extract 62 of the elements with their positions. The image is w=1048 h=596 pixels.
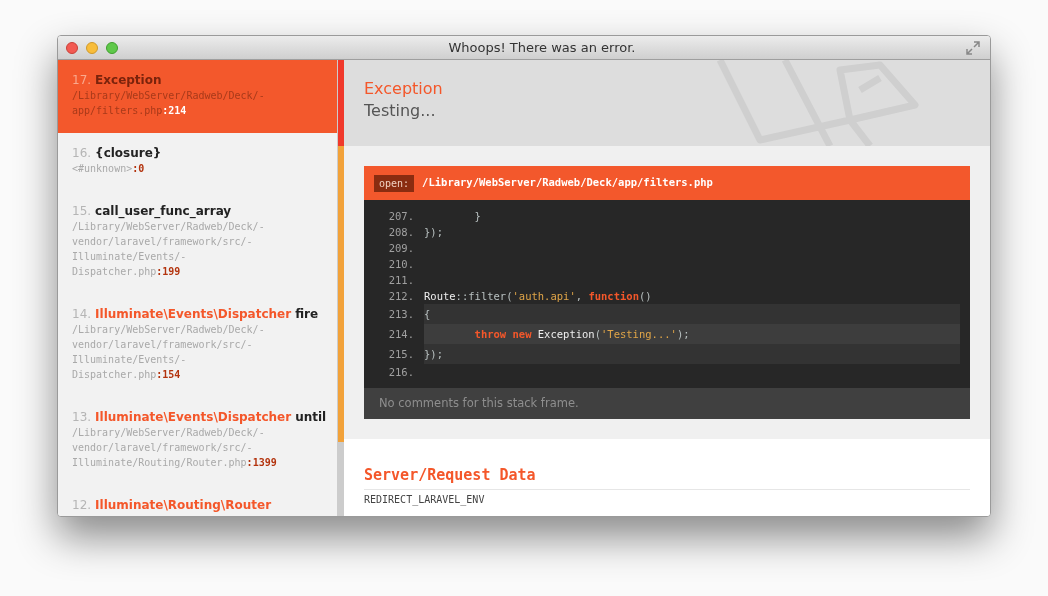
exception-type: Exception xyxy=(364,78,444,100)
frame-method: Exception xyxy=(95,73,162,87)
frame-line-number: :154 xyxy=(156,369,181,380)
code-line: }); xyxy=(424,225,444,240)
line-number: 210. xyxy=(387,257,415,272)
file-path: /Library/WebServer/Radweb/Deck/app/filters.php xyxy=(422,175,713,191)
frame-file-path: /Library/WebServer/Radweb/Deck/- xyxy=(72,324,265,335)
line-number: 213. xyxy=(387,307,415,322)
frame-file-path: /Library/WebServer/Radweb/Deck/- xyxy=(72,221,265,232)
exception-message: Testing... xyxy=(364,100,437,122)
frame-file-path: Illuminate/Events/- xyxy=(72,251,187,262)
frame-number: 16. xyxy=(72,146,92,160)
frame-method: call_user_func_array xyxy=(95,204,232,218)
frame-number: 13. xyxy=(72,410,92,424)
frame-class: Illuminate\Routing\Router xyxy=(95,498,272,512)
frame-file-path: /Library/WebServer/Radweb/Deck/- xyxy=(72,90,265,101)
line-number: 215. xyxy=(387,347,415,362)
stack-frame[interactable]: 16. {closure} <#unknown>:0 xyxy=(58,133,337,191)
open-editor-link[interactable]: open: xyxy=(374,174,415,192)
stack-frame[interactable]: 13. Illuminate\Events\Dispatcher until /Library/WebServer/Radweb/Deck/- vendor/laravel/framework/src/- Illuminate/Routing/Router.php:1399 xyxy=(58,397,337,485)
frame-file-path: vendor/laravel/framework/src/- xyxy=(72,339,253,350)
frame-class: Illuminate\Events\Dispatcher xyxy=(95,410,292,424)
line-number: 208. xyxy=(387,225,415,240)
code-line: } xyxy=(473,209,482,224)
frame-file-path: Illuminate/Routing/Router.php xyxy=(72,457,247,468)
stack-frame[interactable]: 15. call_user_func_array /Library/WebServer/Radweb/Deck/- vendor/laravel/framework/src/- Illuminate/Events/- Dispatcher.php:199 xyxy=(58,191,337,294)
window-title: Whoops! There was an error. xyxy=(447,38,637,57)
frame-class: Illuminate\Events\Dispatcher xyxy=(95,307,292,321)
line-number: 214. xyxy=(387,327,415,342)
frame-line-number: :199 xyxy=(156,266,181,277)
zoom-button[interactable] xyxy=(106,41,118,54)
frame-file-path: Illuminate/Events/- xyxy=(72,354,187,365)
line-number: 207. xyxy=(387,209,415,224)
section-title: Server/Request Data xyxy=(364,465,970,490)
frame-method: {closure} xyxy=(95,146,162,160)
frame-line-number: :1399 xyxy=(246,457,277,468)
line-number: 211. xyxy=(387,273,415,288)
frame-file-path: <#unknown> xyxy=(72,163,133,174)
frame-file-path: app/filters.php xyxy=(72,105,163,116)
comments-text: No comments for this stack frame. xyxy=(379,394,579,412)
close-button[interactable] xyxy=(66,41,78,54)
frame-number: 17. xyxy=(72,73,92,87)
frame-file-path: Dispatcher.php xyxy=(72,266,157,277)
frame-file-path: /Library/WebServer/Radweb/Deck/- xyxy=(72,427,265,438)
frame-file-path: vendor/laravel/framework/src/- xyxy=(72,442,253,453)
data-key: REDIRECT_LARAVEL_ENV xyxy=(364,493,970,506)
frame-file-path: Dispatcher.php xyxy=(72,369,157,380)
line-number: 212. xyxy=(387,289,415,304)
frame-file-path: vendor/laravel/framework/src/- xyxy=(72,236,253,247)
frame-line-number: :0 xyxy=(132,163,145,174)
frame-method: until xyxy=(295,410,327,424)
frame-number: 14. xyxy=(72,307,92,321)
frame-method: fire xyxy=(295,307,319,321)
minimize-button[interactable] xyxy=(86,41,98,54)
stack-frame[interactable]: 14. Illuminate\Events\Dispatcher fire /Library/WebServer/Radweb/Deck/- vendor/laravel/framework/src/- Illuminate/Events/- Dispatcher.php:154 xyxy=(58,294,337,397)
frame-line-number: :214 xyxy=(162,105,187,116)
code-line: Route::filter('auth.api', function() xyxy=(424,289,653,304)
frame-number: 12. xyxy=(72,498,92,512)
frame-number: 15. xyxy=(72,204,92,218)
line-number: 209. xyxy=(387,241,415,256)
fullscreen-icon[interactable] xyxy=(966,40,980,55)
line-number: 216. xyxy=(387,365,415,380)
